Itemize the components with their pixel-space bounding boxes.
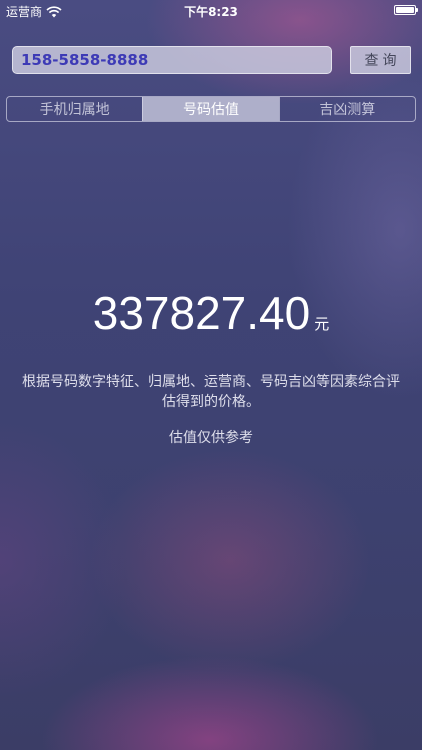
phone-number-input[interactable] xyxy=(12,46,332,74)
tab-number-valuation[interactable]: 号码估值 xyxy=(142,97,279,121)
battery-icon xyxy=(394,5,418,15)
tab-phone-location[interactable]: 手机归属地 xyxy=(7,97,142,121)
status-bar: 运营商 下午8:23 xyxy=(0,0,422,22)
valuation-result: 337827.40 元 xyxy=(0,286,422,340)
tab-fortune[interactable]: 吉凶测算 xyxy=(278,97,415,121)
valuation-description: 根据号码数字特征、归属地、运营商、号码吉凶等因素综合评估得到的价格。 xyxy=(22,374,400,410)
valuation-unit: 元 xyxy=(314,315,330,333)
segmented-tabs: 手机归属地 号码估值 吉凶测算 xyxy=(6,96,416,122)
status-time: 下午8:23 xyxy=(184,5,238,19)
valuation-disclaimer: 估值仅供参考 xyxy=(169,430,253,446)
valuation-amount: 337827.40 xyxy=(92,287,311,339)
query-button[interactable]: 查询 xyxy=(350,46,411,74)
